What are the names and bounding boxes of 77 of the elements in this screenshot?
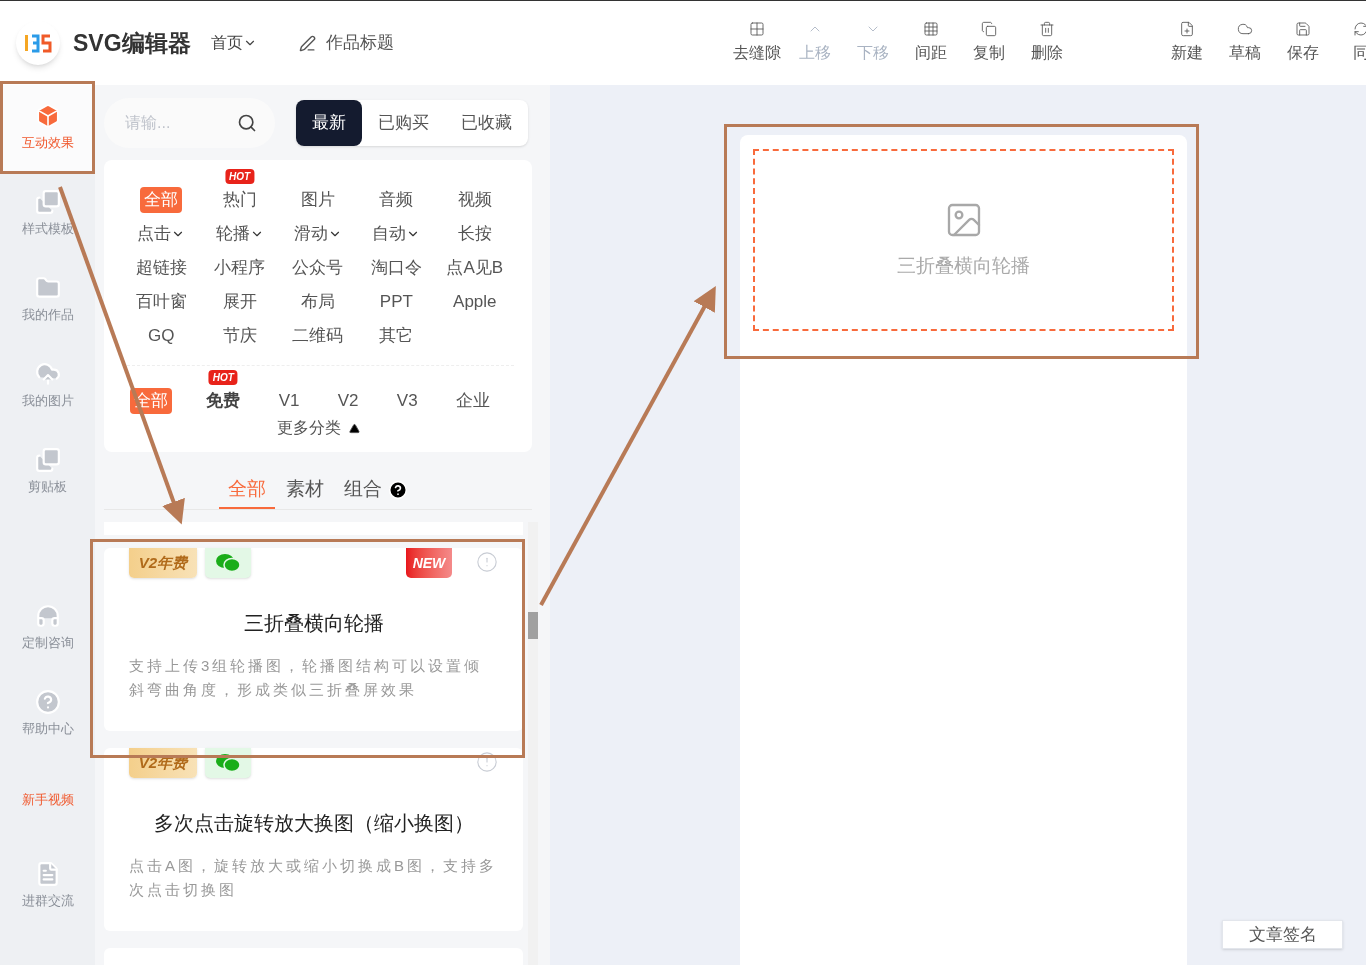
toolbar-button[interactable]: 草稿 [1216, 21, 1274, 65]
grid-icon [923, 21, 939, 37]
app-title: SVG编辑器 [73, 28, 191, 58]
wechat-icon [205, 548, 251, 578]
toolbar-button[interactable]: 复制 [960, 21, 1018, 65]
copy-icon [981, 21, 997, 37]
cloud-icon [1237, 21, 1253, 37]
category-tag[interactable]: 超链接 [131, 255, 191, 281]
category-tag[interactable]: 其它 [375, 323, 418, 349]
category-tag[interactable]: 图片 [297, 187, 339, 213]
file-plus-icon [1179, 21, 1195, 37]
placeholder-block: 三折叠横向轮播 [753, 149, 1174, 331]
tier-tag[interactable]: 企业 [451, 388, 494, 414]
info-icon[interactable] [476, 551, 498, 573]
category-tag[interactable]: Apple [449, 289, 501, 315]
tier-tag[interactable]: V1 [274, 388, 304, 414]
toolbar-button[interactable]: 去缝隙 [728, 21, 786, 65]
images-icon [34, 189, 61, 216]
category-tag[interactable]: 展开 [218, 289, 261, 315]
category-tag[interactable]: 长按 [453, 221, 496, 247]
headset-icon [34, 603, 61, 630]
content-tab[interactable]: 素材 [277, 472, 333, 509]
category-tag[interactable]: 公众号 [288, 255, 348, 281]
category-tag[interactable]: 自动 [368, 221, 425, 247]
title-field[interactable]: 作品标题 [298, 30, 394, 56]
trash-icon [1039, 21, 1055, 37]
category-tag[interactable]: 点A见B [442, 255, 508, 281]
grid-icon [749, 21, 765, 37]
category-tag[interactable]: 布局 [297, 289, 339, 315]
new-badge: NEW [406, 548, 452, 578]
category-tag[interactable]: PPT [375, 289, 417, 315]
toolbar-button[interactable]: 保存 [1274, 21, 1332, 65]
category-tag[interactable]: 滑动 [290, 221, 346, 247]
category-tag[interactable]: 轮播 [211, 221, 268, 247]
tier-tag[interactable]: V3 [392, 388, 422, 414]
template-title: 三折叠横向轮播 [242, 611, 385, 636]
toolbar-button[interactable]: 新建 [1158, 21, 1216, 65]
logo-icon [16, 21, 60, 65]
category-tag[interactable]: 音频 [375, 187, 418, 213]
template-description: 支持上传3组轮播图，轮播图结构可以设置倾斜弯曲角度，形成类似三折叠屏效果 [129, 656, 484, 700]
pen-icon [298, 34, 316, 52]
category-tag[interactable]: 点击 [133, 221, 190, 247]
template-title: 多次点击旋转放大换图（缩小换图） [152, 811, 475, 836]
filter-tab[interactable]: 已购买 [362, 100, 445, 146]
content-tab[interactable]: 组合 [335, 472, 417, 509]
category-tag[interactable]: 节庆 [218, 323, 261, 349]
category-tag[interactable]: 二维码 [288, 323, 348, 349]
category-tag[interactable]: 百叶窗 [131, 289, 191, 315]
toolbar-button[interactable]: 删除 [1018, 21, 1076, 65]
search-icon [237, 113, 257, 133]
wechat-icon [205, 748, 251, 778]
caret-up-icon [348, 422, 360, 434]
search-field[interactable]: 请输... [104, 98, 275, 148]
scrollbar[interactable] [528, 522, 538, 965]
info-icon[interactable] [476, 751, 498, 773]
cloud-upload-icon [34, 361, 61, 388]
tier-tag[interactable]: V2 [333, 388, 363, 414]
toolbar-button[interactable]: 间距 [902, 21, 960, 65]
tier-badge: V2年费 [129, 548, 197, 578]
save-icon [1295, 21, 1311, 37]
help-icon [388, 479, 408, 500]
category-tag[interactable]: 视频 [453, 187, 496, 213]
hot-badge: HOT [225, 169, 255, 184]
home-menu[interactable]: 首页 [210, 31, 257, 55]
category-tag[interactable]: 小程序 [210, 255, 270, 281]
hot-badge: HOT [208, 370, 238, 385]
template-description: 点击A图，旋转放大或缩小切换成B图，支持多次点击切换图 [129, 856, 498, 900]
refresh-icon [1353, 21, 1366, 37]
template-card[interactable]: V2年费 NEW 三折叠横向轮播 支持上传3组轮播图，轮播图结构可以设置倾斜弯曲角度，形成类似三折叠屏效果 [104, 548, 523, 731]
filter-tab[interactable]: 最新 [296, 100, 362, 146]
filter-tab[interactable]: 已收藏 [445, 100, 528, 146]
category-tag[interactable]: GQ [143, 323, 179, 349]
signature-button[interactable]: 文章签名 [1222, 920, 1343, 949]
more-categories[interactable]: 更多分类 [276, 416, 360, 440]
help-icon [34, 689, 61, 716]
images-icon [34, 447, 61, 474]
category-tag[interactable]: 淘口令 [366, 255, 426, 281]
